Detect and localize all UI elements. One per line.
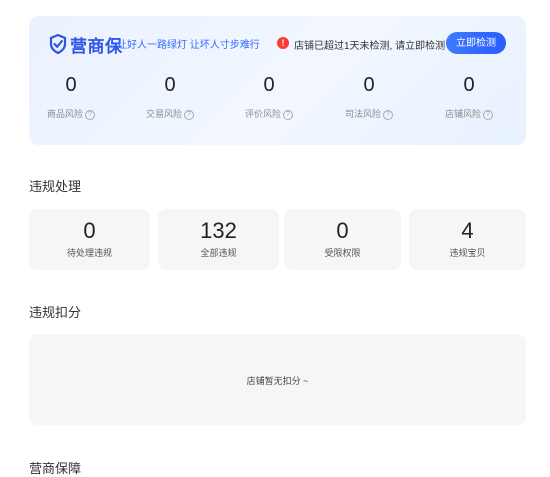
violation-card-pending[interactable]: 0 待处理违规 bbox=[29, 209, 150, 270]
help-icon[interactable]: ? bbox=[283, 109, 293, 120]
deduction-section-title: 违规扣分 bbox=[29, 305, 82, 320]
risk-item-product[interactable]: 0 商品风险? bbox=[31, 73, 111, 120]
deduction-empty-state: 店铺暂无扣分 ~ bbox=[29, 334, 526, 425]
violation-card-restricted[interactable]: 0 受限权限 bbox=[284, 209, 401, 270]
violation-card-all[interactable]: 132 全部违规 bbox=[158, 209, 279, 270]
risk-value: 0 bbox=[164, 74, 176, 96]
violation-card-items[interactable]: 4 违规宝贝 bbox=[409, 209, 526, 270]
alert-message: 店铺已超过1天未检测, 请立即检测 bbox=[294, 41, 446, 52]
risk-item-trade[interactable]: 0 交易风险? bbox=[130, 73, 210, 120]
brand-name: 营商保 bbox=[70, 36, 123, 56]
check-now-button[interactable]: 立即检测 bbox=[446, 32, 506, 54]
risk-value: 0 bbox=[65, 74, 77, 96]
violation-value: 0 bbox=[336, 218, 349, 243]
risk-item-review[interactable]: 0 评价风险? bbox=[229, 73, 309, 120]
violation-label: 违规宝贝 bbox=[449, 248, 486, 258]
risk-value: 0 bbox=[263, 74, 275, 96]
violation-value: 132 bbox=[200, 218, 237, 243]
risk-value: 0 bbox=[363, 74, 375, 96]
risk-label: 店铺风险? bbox=[429, 107, 509, 120]
violation-label: 全部违规 bbox=[200, 248, 237, 258]
help-icon[interactable]: ? bbox=[483, 109, 493, 120]
risk-value: 0 bbox=[463, 74, 475, 96]
violation-value: 0 bbox=[83, 218, 96, 243]
help-icon[interactable]: ? bbox=[383, 109, 393, 120]
violation-section-title: 违规处理 bbox=[29, 179, 82, 194]
violation-label: 待处理违规 bbox=[66, 248, 112, 258]
risk-label: 商品风险? bbox=[31, 107, 111, 120]
help-icon[interactable]: ? bbox=[85, 109, 95, 120]
risk-item-shop[interactable]: 0 店铺风险? bbox=[429, 73, 509, 120]
brand-logo: 营商保 bbox=[49, 31, 123, 57]
risk-overview-panel: 营商保 让好人一路绿灯 让坏人寸步难行 ! 店铺已超过1天未检测, 请立即检测 … bbox=[29, 16, 526, 145]
alert-icon: ! bbox=[277, 37, 289, 49]
risk-label: 司法风险? bbox=[329, 107, 409, 120]
brand-slogan: 让好人一路绿灯 让坏人寸步难行 bbox=[117, 40, 260, 51]
violation-value: 4 bbox=[461, 218, 474, 243]
risk-label: 评价风险? bbox=[229, 107, 309, 120]
violation-label: 受限权限 bbox=[324, 248, 361, 258]
help-icon[interactable]: ? bbox=[184, 109, 194, 120]
shield-check-icon bbox=[49, 34, 67, 54]
risk-label: 交易风险? bbox=[130, 107, 210, 120]
risk-item-judicial[interactable]: 0 司法风险? bbox=[329, 73, 409, 120]
empty-message: 店铺暂无扣分 ~ bbox=[246, 376, 309, 386]
guarantee-section-title: 营商保障 bbox=[29, 461, 82, 476]
